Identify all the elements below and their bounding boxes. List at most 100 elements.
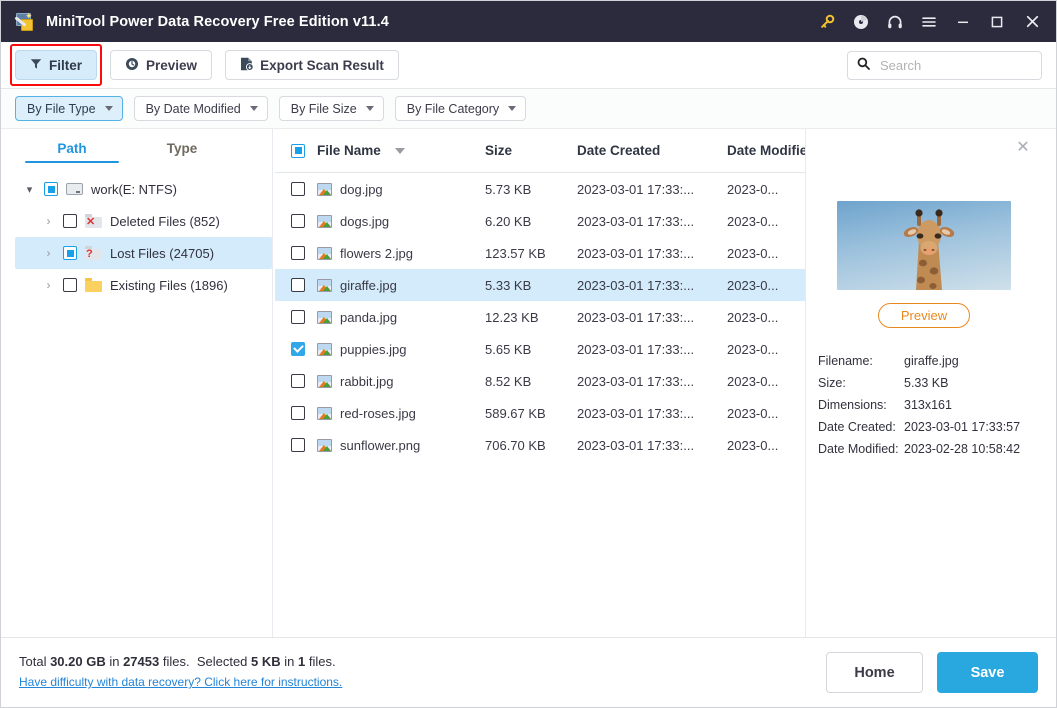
sort-descending-icon[interactable] bbox=[395, 148, 405, 154]
tree-checkbox[interactable] bbox=[63, 246, 77, 260]
chevron-right-icon[interactable]: › bbox=[42, 214, 55, 228]
table-row[interactable]: dogs.jpg 6.20 KB 2023-03-01 17:33:... 20… bbox=[275, 205, 805, 237]
row-name-cell: flowers 2.jpg bbox=[317, 246, 485, 261]
save-button[interactable]: Save bbox=[937, 652, 1038, 693]
tree-checkbox[interactable] bbox=[63, 214, 77, 228]
giraffe-thumbnail[interactable] bbox=[837, 201, 1011, 290]
file-date-created: 2023-03-01 17:33:... bbox=[577, 246, 727, 261]
table-row[interactable]: red-roses.jpg 589.67 KB 2023-03-01 17:33… bbox=[275, 397, 805, 429]
maximize-icon[interactable] bbox=[980, 7, 1014, 37]
file-size: 12.23 KB bbox=[485, 310, 577, 325]
help-link[interactable]: Have difficulty with data recovery? Clic… bbox=[19, 675, 342, 689]
filter-chip-by-date-modified[interactable]: By Date Modified bbox=[134, 96, 268, 121]
metadata-key: Date Modified: bbox=[818, 442, 904, 456]
chevron-down-icon[interactable]: ▾ bbox=[23, 183, 36, 196]
metadata-value: 2023-02-28 10:58:42 bbox=[904, 442, 1020, 456]
row-checkbox[interactable] bbox=[291, 310, 305, 324]
search-box[interactable] bbox=[847, 51, 1042, 80]
file-date-modified: 2023-0... bbox=[727, 438, 805, 453]
filter-button[interactable]: Filter bbox=[15, 50, 97, 80]
hamburger-menu-icon[interactable] bbox=[912, 7, 946, 37]
selected-size: 5 KB bbox=[251, 654, 281, 669]
table-row[interactable]: dog.jpg 5.73 KB 2023-03-01 17:33:... 202… bbox=[275, 173, 805, 205]
tree-item-drive[interactable]: ▾ work(E: NTFS) bbox=[15, 173, 272, 205]
minimize-icon[interactable] bbox=[946, 7, 980, 37]
key-icon[interactable] bbox=[810, 7, 844, 37]
filter-chip-by-file-type[interactable]: By File Type bbox=[15, 96, 123, 121]
file-date-modified: 2023-0... bbox=[727, 278, 805, 293]
tree-item-deleted-files[interactable]: › ✕ Deleted Files (852) bbox=[15, 205, 272, 237]
file-date-modified: 2023-0... bbox=[727, 246, 805, 261]
column-header-date-created[interactable]: Date Created bbox=[577, 143, 727, 158]
preview-file-button[interactable]: Preview bbox=[878, 303, 970, 328]
filter-button-label: Filter bbox=[49, 58, 82, 73]
tree-item-label: Deleted Files (852) bbox=[110, 214, 220, 229]
chevron-right-icon[interactable]: › bbox=[42, 278, 55, 292]
select-all-checkbox[interactable] bbox=[291, 144, 305, 158]
row-checkbox-cell bbox=[291, 374, 317, 388]
column-header-size[interactable]: Size bbox=[485, 143, 577, 158]
table-row[interactable]: panda.jpg 12.23 KB 2023-03-01 17:33:... … bbox=[275, 301, 805, 333]
row-checkbox[interactable] bbox=[291, 438, 305, 452]
row-name-cell: panda.jpg bbox=[317, 310, 485, 325]
file-list-header: File Name Size Date Created Date Modifie bbox=[275, 129, 805, 173]
row-checkbox[interactable] bbox=[291, 278, 305, 292]
file-size: 5.73 KB bbox=[485, 182, 577, 197]
preview-button[interactable]: Preview bbox=[110, 50, 212, 80]
column-header-date-modified[interactable]: Date Modifie bbox=[727, 143, 805, 158]
image-file-icon bbox=[317, 247, 332, 260]
image-file-icon bbox=[317, 311, 332, 324]
chip-label: By File Category bbox=[407, 102, 499, 116]
tab-type[interactable]: Type bbox=[127, 141, 237, 163]
row-checkbox-cell bbox=[291, 406, 317, 420]
chevron-down-icon bbox=[508, 106, 516, 111]
row-checkbox[interactable] bbox=[291, 246, 305, 260]
row-checkbox-cell bbox=[291, 278, 317, 292]
table-row[interactable]: rabbit.jpg 8.52 KB 2023-03-01 17:33:... … bbox=[275, 365, 805, 397]
row-checkbox[interactable] bbox=[291, 182, 305, 196]
drive-icon bbox=[66, 183, 83, 195]
filter-chip-by-file-size[interactable]: By File Size bbox=[279, 96, 384, 121]
row-checkbox[interactable] bbox=[291, 342, 305, 356]
panel-tabs: Path Type bbox=[15, 129, 272, 163]
tree-item-existing-files[interactable]: › Existing Files (1896) bbox=[15, 269, 272, 301]
row-checkbox[interactable] bbox=[291, 406, 305, 420]
chevron-right-icon[interactable]: › bbox=[42, 246, 55, 260]
home-button[interactable]: Home bbox=[826, 652, 923, 693]
file-date-created: 2023-03-01 17:33:... bbox=[577, 438, 727, 453]
column-header-file-name[interactable]: File Name bbox=[317, 143, 485, 158]
chip-label: By File Type bbox=[27, 102, 96, 116]
chip-label: By File Size bbox=[291, 102, 357, 116]
search-input[interactable] bbox=[878, 57, 1032, 74]
row-checkbox[interactable] bbox=[291, 214, 305, 228]
metadata-value: 2023-03-01 17:33:57 bbox=[904, 420, 1020, 434]
image-file-icon bbox=[317, 439, 332, 452]
row-name-cell: rabbit.jpg bbox=[317, 374, 485, 389]
total-file-count: 27453 bbox=[123, 654, 159, 669]
tree-item-lost-files[interactable]: › ? Lost Files (24705) bbox=[15, 237, 272, 269]
table-row[interactable]: puppies.jpg 5.65 KB 2023-03-01 17:33:...… bbox=[275, 333, 805, 365]
row-checkbox-cell bbox=[291, 246, 317, 260]
total-prefix: Total bbox=[19, 654, 50, 669]
table-row[interactable]: sunflower.png 706.70 KB 2023-03-01 17:33… bbox=[275, 429, 805, 461]
close-preview-icon[interactable]: ✕ bbox=[1014, 139, 1032, 157]
file-size: 706.70 KB bbox=[485, 438, 577, 453]
selected-suffix: files. bbox=[305, 654, 335, 669]
thumbnail-wrapper bbox=[818, 201, 1030, 290]
table-row[interactable]: flowers 2.jpg 123.57 KB 2023-03-01 17:33… bbox=[275, 237, 805, 269]
disc-icon[interactable] bbox=[844, 7, 878, 37]
tab-path[interactable]: Path bbox=[17, 141, 127, 163]
close-icon[interactable] bbox=[1014, 7, 1050, 37]
file-date-created: 2023-03-01 17:33:... bbox=[577, 182, 727, 197]
filter-button-wrapper: Filter bbox=[15, 50, 97, 80]
file-date-modified: 2023-0... bbox=[727, 342, 805, 357]
tree-checkbox[interactable] bbox=[63, 278, 77, 292]
filter-chip-by-file-category[interactable]: By File Category bbox=[395, 96, 526, 121]
table-row[interactable]: giraffe.jpg 5.33 KB 2023-03-01 17:33:...… bbox=[275, 269, 805, 301]
selected-mid: in bbox=[281, 654, 298, 669]
export-scan-result-button[interactable]: Export Scan Result bbox=[225, 50, 399, 80]
row-checkbox[interactable] bbox=[291, 374, 305, 388]
tree-checkbox[interactable] bbox=[44, 182, 58, 196]
row-checkbox-cell bbox=[291, 438, 317, 452]
headphones-icon[interactable] bbox=[878, 7, 912, 37]
